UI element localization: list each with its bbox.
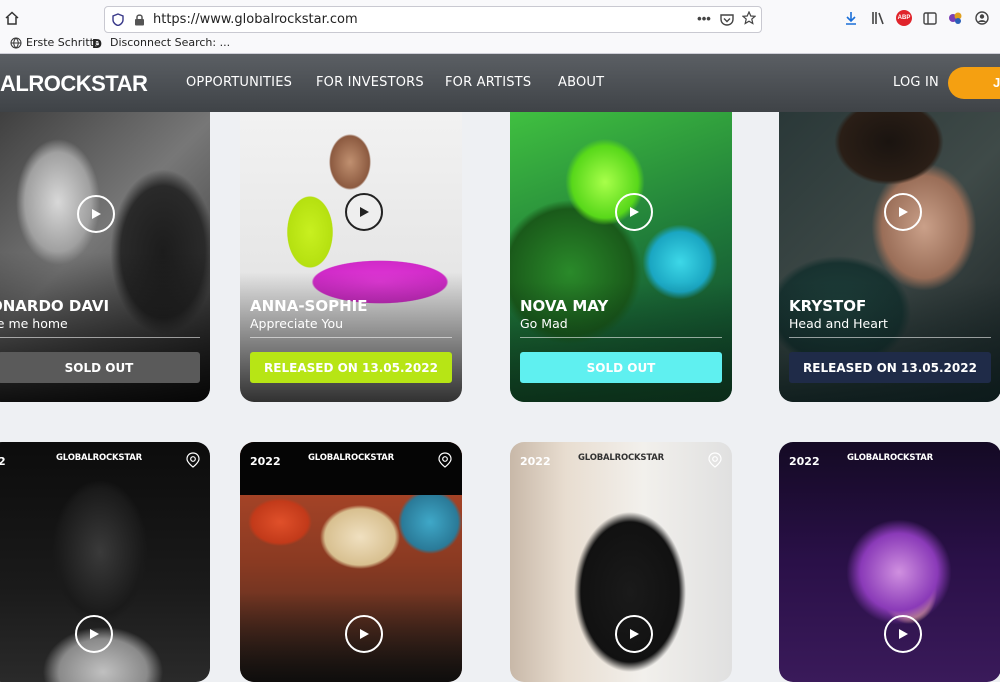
song-title: Go Mad [520, 316, 568, 331]
star-icon[interactable] [741, 10, 757, 26]
site-header: ALROCKSTAR OPPORTUNITIES FOR INVESTORS F… [0, 54, 1000, 112]
url-text: https://www.globalrockstar.com [153, 12, 358, 27]
bookmark-label: Erste Schritte [26, 36, 101, 49]
nav-opportunities[interactable]: OPPORTUNITIES [186, 75, 292, 90]
release-card[interactable]: ANNA-SOPHIE Appreciate You RELEASED ON 1… [240, 112, 462, 402]
divider [0, 337, 200, 338]
brand-logo: GLOBALROCKSTAR [578, 453, 664, 463]
play-button[interactable] [345, 615, 383, 653]
play-icon [899, 207, 908, 217]
artist-name: ANNA-SOPHIE [250, 297, 368, 315]
artist-name: KRYSTOF [789, 297, 867, 315]
play-button[interactable] [345, 193, 383, 231]
location-pin-icon [438, 452, 452, 468]
site-logo[interactable]: ALROCKSTAR [0, 71, 148, 97]
divider [520, 337, 722, 338]
play-icon [360, 629, 369, 639]
nav-for-artists[interactable]: FOR ARTISTS [445, 75, 531, 90]
status-badge[interactable]: SOLD OUT [0, 352, 200, 383]
status-badge[interactable]: RELEASED ON 13.05.2022 [789, 352, 991, 383]
play-button[interactable] [75, 615, 113, 653]
location-pin-icon [186, 452, 200, 468]
release-card[interactable]: ONARDO DAVI ke me home SOLD OUT [0, 112, 210, 402]
disconnect-icon: D [92, 37, 102, 49]
pocket-icon[interactable] [719, 11, 735, 27]
home-icon[interactable] [4, 10, 20, 26]
play-icon [92, 209, 101, 219]
brand-logo: GLOBALROCKSTAR [847, 453, 933, 463]
url-bar[interactable]: https://www.globalrockstar.com ••• [104, 6, 762, 33]
svg-text:D: D [92, 37, 102, 49]
join-label: J [993, 75, 1000, 90]
song-title: ke me home [0, 316, 68, 331]
release-card[interactable]: KRYSTOF Head and Heart RELEASED ON 13.05… [779, 112, 1000, 402]
song-title: Appreciate You [250, 316, 344, 331]
play-icon [630, 629, 639, 639]
brand-logo: GLOBALROCKSTAR [56, 453, 142, 463]
brand-logo: GLOBALROCKSTAR [308, 453, 394, 463]
download-icon[interactable] [843, 10, 859, 26]
bookmarks-bar: Erste Schritte D Disconnect Search: ... [0, 33, 1000, 53]
play-button[interactable] [615, 615, 653, 653]
login-link[interactable]: LOG IN [893, 75, 939, 90]
release-card[interactable]: 2022 GLOBALROCKSTAR [779, 442, 1000, 682]
browser-toolbar: https://www.globalrockstar.com ••• ABP E… [0, 0, 1000, 54]
extensions-icon[interactable] [948, 10, 964, 26]
shield-icon[interactable] [111, 12, 125, 26]
status-badge[interactable]: SOLD OUT [520, 352, 722, 383]
divider [250, 337, 452, 338]
play-button[interactable] [884, 193, 922, 231]
nav-for-investors[interactable]: FOR INVESTORS [316, 75, 424, 90]
bookmark-label: Disconnect Search: ... [110, 36, 231, 49]
location-pin-icon [708, 452, 722, 468]
release-card[interactable]: 2022 GLOBALROCKSTAR [510, 442, 732, 682]
lock-icon[interactable] [132, 12, 146, 26]
sidebar-icon[interactable] [922, 10, 938, 26]
status-badge[interactable]: RELEASED ON 13.05.2022 [250, 352, 452, 383]
release-card[interactable]: NOVA MAY Go Mad SOLD OUT [510, 112, 732, 402]
release-card[interactable]: 2022 GLOBALROCKSTAR [240, 442, 462, 682]
library-icon[interactable] [870, 10, 886, 26]
play-button[interactable] [884, 615, 922, 653]
bookmark-item[interactable]: D Disconnect Search: ... [92, 36, 230, 49]
bookmark-item[interactable]: Erste Schritte [10, 36, 101, 49]
artist-name: ONARDO DAVI [0, 297, 110, 315]
play-button[interactable] [77, 195, 115, 233]
play-icon [630, 207, 639, 217]
adblock-icon[interactable]: ABP [896, 10, 912, 26]
account-icon[interactable] [974, 10, 990, 26]
divider [789, 337, 991, 338]
nav-about[interactable]: ABOUT [558, 75, 604, 90]
artist-name: NOVA MAY [520, 297, 609, 315]
more-icon[interactable]: ••• [697, 10, 711, 26]
play-icon [899, 629, 908, 639]
join-button[interactable]: J [948, 67, 1000, 99]
song-title: Head and Heart [789, 316, 888, 331]
play-icon [360, 207, 369, 217]
play-icon [90, 629, 99, 639]
play-button[interactable] [615, 193, 653, 231]
release-card[interactable]: 2 GLOBALROCKSTAR [0, 442, 210, 682]
globe-icon [10, 37, 22, 49]
